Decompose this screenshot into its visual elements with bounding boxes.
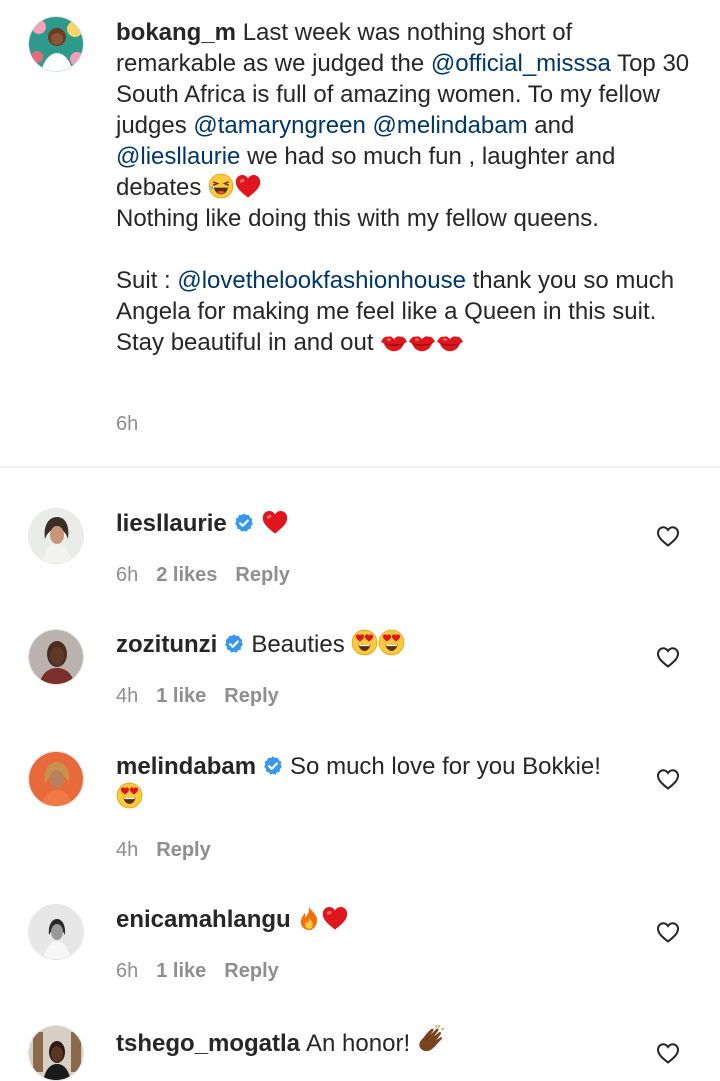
comment-likes-count[interactable]: 1 like [156,960,206,982]
comment-likes-count[interactable]: 2 likes [156,564,217,586]
reply-button[interactable]: Reply [235,564,289,586]
commenter-username[interactable]: tshego_mogatla [116,1030,300,1057]
caption-text-6: Nothing like doing this with my fellow q… [116,205,599,232]
caption-text: bokang_m Last week was nothing short of … [116,17,696,358]
caption-text-4: and [527,112,575,139]
reply-button[interactable]: Reply [224,685,278,707]
red-heart-emoji [234,173,262,199]
heart-eyes-emoji [378,629,405,656]
heart-outline-icon[interactable] [656,646,680,668]
comment-meta: 4h 1 like Reply [116,685,297,708]
comment-timestamp: 6h [116,960,139,982]
comment-text: An honor! [306,1030,411,1057]
comment-body: enicamahlangu [116,904,636,935]
caption-text-2: Top 30 [610,50,690,77]
kiss-lips-emoji [436,334,464,354]
verified-badge-icon [262,755,284,777]
heart-outline-icon[interactable] [656,1042,680,1064]
comment-body: melindabam So much love for you Bokkie! [116,751,636,813]
author-avatar[interactable] [28,16,84,72]
heart-eyes-emoji [116,782,143,809]
verified-badge-icon [233,512,255,534]
commenter-username[interactable]: zozitunzi [116,631,217,658]
mention-official-misssa[interactable]: @official_misssa [431,50,611,77]
comment-body: zozitunzi Beauties [116,629,636,660]
commenter-avatar[interactable] [28,904,84,960]
commenter-username[interactable]: enicamahlangu [116,906,291,933]
heart-outline-icon[interactable] [656,768,680,790]
caption-timestamp: 6h [116,413,139,435]
comment-body: tshego_mogatla An honor! [116,1025,636,1059]
mention-tamaryngreen[interactable]: @tamaryngreen [193,112,365,139]
reply-button[interactable]: Reply [156,839,210,861]
commenter-avatar[interactable] [28,629,84,685]
comment-likes-count[interactable]: 1 like [156,685,206,707]
comment-timestamp: 4h [116,839,139,861]
heart-outline-icon[interactable] [656,921,680,943]
red-heart-emoji [321,905,349,931]
reply-button[interactable]: Reply [224,960,278,982]
kiss-lips-emoji [408,334,436,354]
comment-meta: 4h Reply [116,839,229,862]
kiss-lips-emoji [380,334,408,354]
comment-text: Beauties [251,631,345,658]
heart-outline-icon[interactable] [656,525,680,547]
commenter-username[interactable]: liesllaurie [116,510,227,537]
mention-lovethelookfashionhouse[interactable]: @lovethelookfashionhouse [177,267,466,294]
post-caption: bokang_m Last week was nothing short of … [0,0,720,466]
commenter-username[interactable]: melindabam [116,753,256,780]
comment-meta: 6h 2 likes Reply [116,564,308,587]
commenter-avatar[interactable] [28,751,84,807]
red-heart-emoji [261,509,289,535]
comment-meta: 6h 1 like Reply [116,960,297,983]
laughing-emoji [208,173,234,199]
verified-badge-icon [223,633,245,655]
comment-timestamp: 6h [116,564,139,586]
commenter-avatar[interactable] [28,1025,84,1081]
fire-emoji [297,905,321,931]
divider [0,466,720,468]
commenter-avatar[interactable] [28,508,84,564]
mention-liesllaurie[interactable]: @liesllaurie [116,143,240,170]
comment-body: liesllaurie [116,508,636,539]
clapping-hands-emoji [417,1025,447,1055]
comment-timestamp: 4h [116,685,139,707]
author-username[interactable]: bokang_m [116,19,236,46]
caption-text-7: Suit : [116,267,178,294]
comment-text: So much love for you Bokkie! [290,753,601,780]
heart-eyes-emoji [351,629,378,656]
mention-melindabam[interactable]: @melindabam [373,112,528,139]
